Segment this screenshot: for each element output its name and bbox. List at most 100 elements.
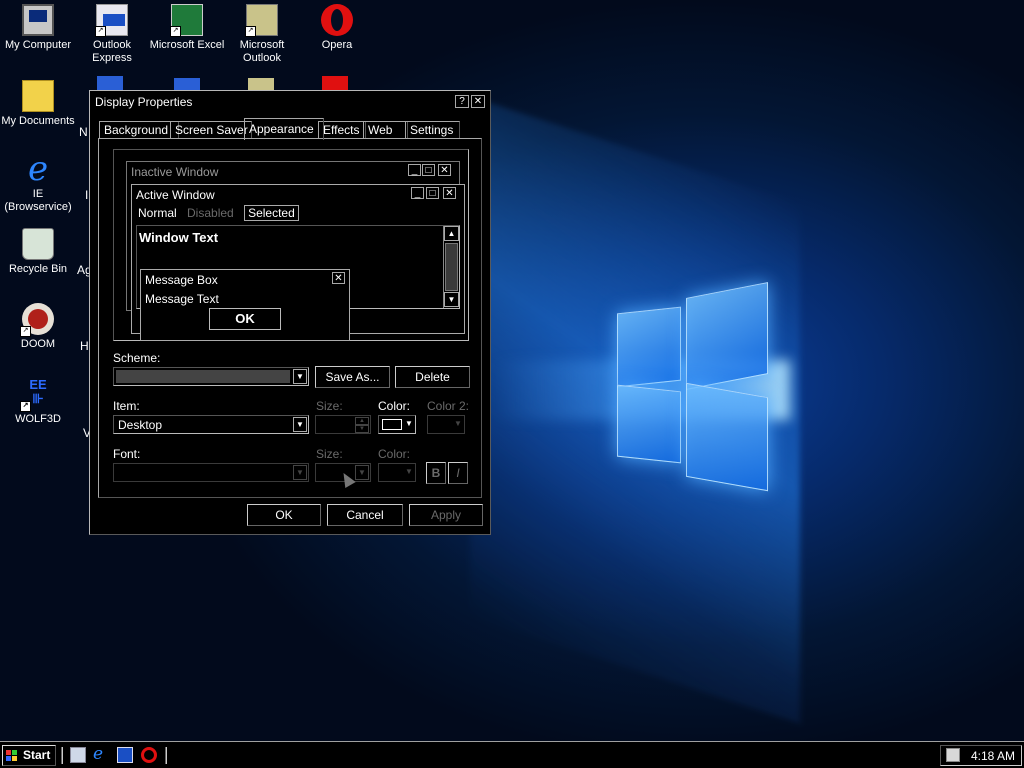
desktop-icon-ie[interactable]: e IE (Browservice)	[0, 149, 76, 214]
delete-button[interactable]: Delete	[395, 366, 470, 388]
clock[interactable]: 4:18 AM	[971, 749, 1015, 763]
minimize-icon: _	[411, 187, 424, 199]
tab-web[interactable]: Web	[363, 121, 408, 139]
menu-disabled[interactable]: Disabled	[187, 206, 234, 220]
my-computer-icon	[22, 4, 54, 36]
ok-button[interactable]: OK	[247, 504, 321, 526]
desktop-icon-label: WOLF3D	[15, 413, 61, 425]
desktop-icon-label: My Documents	[1, 115, 75, 127]
item-size-label: Size:	[316, 399, 343, 413]
desktop-icon-recycle-bin[interactable]: Recycle Bin	[0, 228, 76, 276]
bold-button[interactable]: B	[426, 462, 446, 484]
chevron-down-icon[interactable]: ▼	[355, 465, 369, 480]
desktop-icon-excel[interactable]: ↗ Microsoft Excel	[149, 4, 225, 52]
chevron-down-icon[interactable]: ▼	[293, 465, 307, 480]
opera-icon[interactable]	[141, 747, 157, 763]
windows-logo-pane	[617, 384, 681, 464]
desktop-icon-label: IE (Browservice)	[4, 188, 72, 213]
item-size-stepper[interactable]: ▲ ▼	[315, 415, 371, 434]
scheme-select[interactable]: ▼	[113, 367, 309, 386]
preview-scrollbar[interactable]: ▲ ▼	[443, 226, 459, 308]
partial-icon-label: I	[85, 188, 89, 202]
partial-icon-label: H	[80, 339, 89, 353]
desktop-icon-label: Recycle Bin	[8, 263, 68, 275]
internet-explorer-icon[interactable]: e	[93, 746, 109, 763]
save-as-button[interactable]: Save As...	[315, 366, 390, 388]
menu-selected[interactable]: Selected	[244, 205, 299, 221]
desktop-icon-my-documents[interactable]: My Documents	[0, 80, 76, 128]
desktop-icon-label: Outlook Express	[92, 39, 132, 64]
start-button[interactable]: Start	[2, 745, 56, 766]
desktop-icon-my-computer[interactable]: My Computer	[0, 4, 76, 52]
partial-icon-label: N	[79, 125, 88, 139]
wolf3d-icon: EE ⊪ ↗	[20, 378, 54, 412]
quick-launch-separator	[61, 747, 63, 764]
chevron-down-icon[interactable]: ▼	[293, 417, 307, 432]
chevron-down-icon[interactable]: ▼	[293, 369, 307, 384]
message-box-title: Message Box	[145, 273, 218, 287]
scheme-label: Scheme:	[113, 351, 161, 365]
chevron-up-icon[interactable]: ▲	[355, 417, 369, 425]
doom-icon: ↗	[20, 303, 54, 337]
desktop-icon-opera[interactable]: Opera	[299, 4, 375, 52]
my-documents-icon	[22, 80, 54, 112]
chevron-down-icon: ▼	[405, 419, 413, 428]
windows-logo-pane	[686, 282, 768, 390]
window-text: Window Text	[139, 230, 219, 245]
windows-flag-icon	[6, 750, 18, 761]
tab-screen-saver[interactable]: Screen Saver	[170, 121, 252, 139]
desktop-icon-wolf3d[interactable]: EE ⊪ ↗ WOLF3D	[0, 378, 76, 426]
font-select[interactable]: ▼	[113, 463, 309, 482]
desktop-icon-label: My Computer	[4, 39, 72, 51]
apply-button[interactable]: Apply	[409, 504, 483, 526]
recycle-bin-icon	[22, 228, 54, 260]
internet-explorer-icon: e	[27, 149, 49, 189]
maximize-icon: □	[422, 164, 435, 176]
help-button[interactable]: ?	[455, 95, 469, 108]
chevron-down-icon: ▼	[454, 419, 462, 428]
scroll-up-icon: ▲	[444, 226, 459, 241]
tab-appearance[interactable]: Appearance	[244, 118, 324, 140]
inactive-window-title: Inactive Window	[131, 165, 219, 179]
display-properties-dialog: Display Properties ? ✕ Background Screen…	[89, 90, 491, 535]
cancel-button[interactable]: Cancel	[327, 504, 403, 526]
font-color-button[interactable]: ▼	[378, 463, 416, 482]
item-label: Item:	[113, 399, 140, 413]
item-select[interactable]: Desktop ▼	[113, 415, 309, 434]
outlook-express-icon[interactable]	[117, 747, 133, 763]
scheme-preview[interactable]: Inactive Window _ □ ✕ Active Window _ □ …	[113, 149, 469, 341]
message-text: Message Text	[145, 292, 219, 306]
preview-message-box[interactable]: Message Box ✕ Message Text OK	[140, 269, 350, 341]
dialog-title: Display Properties	[95, 95, 193, 109]
tab-effects[interactable]: Effects	[318, 121, 366, 139]
item-color2-button[interactable]: ▼	[427, 415, 465, 434]
close-icon: ✕	[443, 187, 456, 199]
appearance-panel: Inactive Window _ □ ✕ Active Window _ □ …	[98, 138, 482, 498]
show-desktop-icon[interactable]	[70, 747, 86, 763]
desktop-icon-outlook-express[interactable]: ↗ Outlook Express	[74, 4, 150, 65]
tab-settings[interactable]: Settings	[405, 121, 460, 139]
desktop-icon-outlook[interactable]: ↗ Microsoft Outlook	[224, 4, 300, 65]
desktop-icon-label: DOOM	[20, 338, 56, 350]
chevron-down-icon[interactable]: ▼	[355, 425, 369, 433]
desktop-icon-doom[interactable]: ↗ DOOM	[0, 303, 76, 351]
tab-background[interactable]: Background	[99, 121, 179, 139]
excel-icon: ↗	[170, 4, 203, 37]
windows-logo-pane	[617, 306, 681, 388]
outlook-icon: ↗	[245, 4, 278, 37]
item-color2-label: Color 2:	[427, 399, 470, 413]
close-icon: ✕	[438, 164, 451, 176]
minimize-icon: _	[408, 164, 421, 176]
scroll-thumb	[445, 243, 458, 291]
menu-normal[interactable]: Normal	[138, 206, 177, 220]
language-tray-icon[interactable]	[946, 748, 960, 762]
desktop-icon-label: Microsoft Excel	[149, 39, 225, 51]
italic-button[interactable]: I	[448, 462, 468, 484]
font-color-label: Color:	[378, 447, 411, 461]
chevron-down-icon: ▼	[405, 467, 413, 476]
color-swatch	[382, 419, 402, 430]
close-button[interactable]: ✕	[471, 95, 485, 108]
dialog-titlebar[interactable]: Display Properties ? ✕	[92, 93, 488, 111]
preview-active-window[interactable]: Active Window _ □ ✕ Normal Disabled Sele…	[131, 184, 465, 341]
item-color-button[interactable]: ▼	[378, 415, 416, 434]
